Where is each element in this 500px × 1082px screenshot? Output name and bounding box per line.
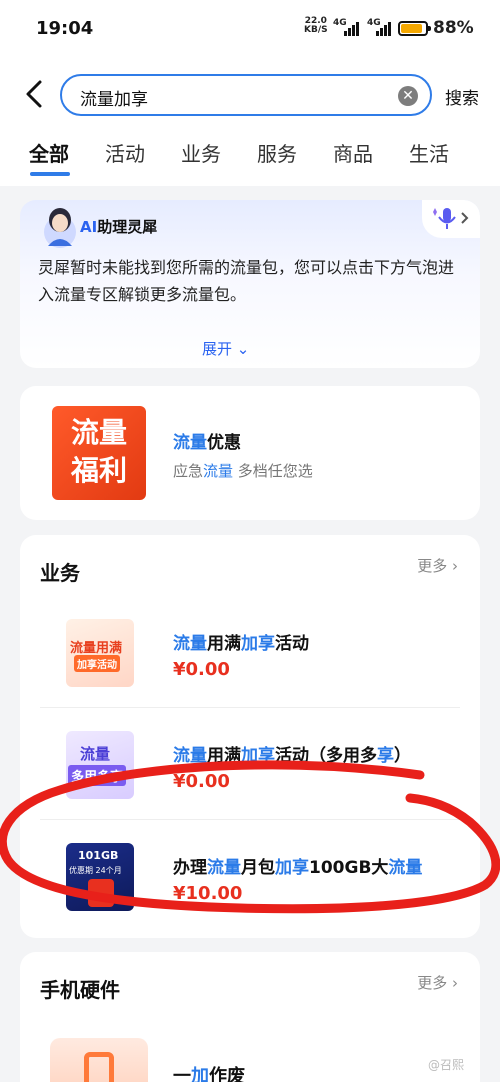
tab-goods[interactable]: 商品 [333, 138, 373, 167]
ai-assistant-card: AI助理灵犀 灵犀暂时未能找到您所需的流量包，您可以点击下方气泡进入流量专区解锁… [20, 200, 480, 368]
voice-button[interactable] [422, 200, 480, 238]
signal-icon [376, 22, 391, 36]
assistant-message: 灵犀暂时未能找到您所需的流量包，您可以点击下方气泡进入流量专区解锁更多流量包。 [38, 258, 455, 304]
chevron-right-icon: › [452, 974, 458, 992]
section-title: 业务 [40, 561, 80, 585]
tab-all[interactable]: 全部 [29, 138, 69, 167]
battery-percent: 88% [433, 18, 474, 38]
category-tabs: 全部 活动 业务 服务 商品 生活 [0, 132, 500, 186]
tab-service[interactable]: 服务 [257, 138, 297, 167]
assistant-avatar [36, 202, 84, 250]
search-button[interactable]: 搜索 [445, 84, 479, 109]
network-speed: 22.0 KB/S [304, 16, 328, 35]
battery-icon [398, 21, 431, 36]
chevron-right-icon: › [452, 557, 458, 575]
more-link[interactable]: 更多 › [417, 972, 458, 993]
list-item[interactable]: 101GB 优惠期 24个月 办理流量月包加享100GB大流量 ¥10.00 [20, 819, 480, 929]
promo-card[interactable]: 流量 福利 流量优惠 应急流量 多档任您选 [20, 386, 480, 520]
search-input[interactable]: 流量加享 ✕ [60, 74, 432, 116]
item-title: 办理流量月包加享100GB大流量 [173, 858, 423, 878]
promo-subtitle: 应急流量 多档任您选 [173, 462, 313, 480]
section-title: 手机硬件 [40, 978, 120, 1002]
item-thumbnail: 流量 多用多享 [66, 731, 134, 799]
item-title: 流量用满加享活动 [173, 634, 309, 654]
item-thumbnail [50, 1038, 148, 1082]
item-title: 流量用满加享活动（多用多享） [173, 746, 411, 766]
status-bar: 19:04 22.0 KB/S 4G 4G 88% [0, 0, 500, 56]
expand-button[interactable]: 展开 ⌄ [202, 338, 249, 359]
tab-life[interactable]: 生活 [409, 138, 449, 167]
business-section: 业务 更多 › 流量用满 加享活动 流量用满加享活动 ¥0.00 流量 多用多享… [20, 535, 480, 938]
list-item[interactable]: 流量用满 加享活动 流量用满加享活动 ¥0.00 [20, 595, 480, 705]
tab-business[interactable]: 业务 [181, 138, 221, 167]
list-item[interactable]: 流量 多用多享 流量用满加享活动（多用多享） ¥0.00 [20, 707, 480, 817]
item-price: ¥10.00 [173, 883, 243, 904]
item-price: ¥0.00 [173, 771, 230, 792]
clock: 19:04 [36, 18, 94, 39]
promo-title: 流量优惠 [173, 433, 241, 453]
tab-activity[interactable]: 活动 [105, 138, 145, 167]
signal-icon [344, 22, 359, 36]
active-tab-indicator [30, 172, 70, 176]
assistant-title: AI助理灵犀 [80, 218, 158, 236]
back-icon[interactable] [20, 78, 52, 110]
search-query: 流量加享 [80, 90, 148, 110]
chevron-down-icon: ⌄ [236, 340, 250, 358]
more-link[interactable]: 更多 › [417, 555, 458, 576]
item-thumbnail: 101GB 优惠期 24个月 [66, 843, 134, 911]
item-thumbnail: 流量用满 加享活动 [66, 619, 134, 687]
hardware-section: 手机硬件 更多 › 一加作废 [20, 952, 480, 1082]
search-header: 流量加享 ✕ 搜索 [0, 56, 500, 132]
item-title[interactable]: 一加作废 [173, 1062, 245, 1082]
item-price: ¥0.00 [173, 659, 230, 680]
promo-image: 流量 福利 [52, 406, 146, 500]
clear-icon[interactable]: ✕ [398, 86, 418, 106]
watermark: @召熙 [428, 1058, 465, 1072]
